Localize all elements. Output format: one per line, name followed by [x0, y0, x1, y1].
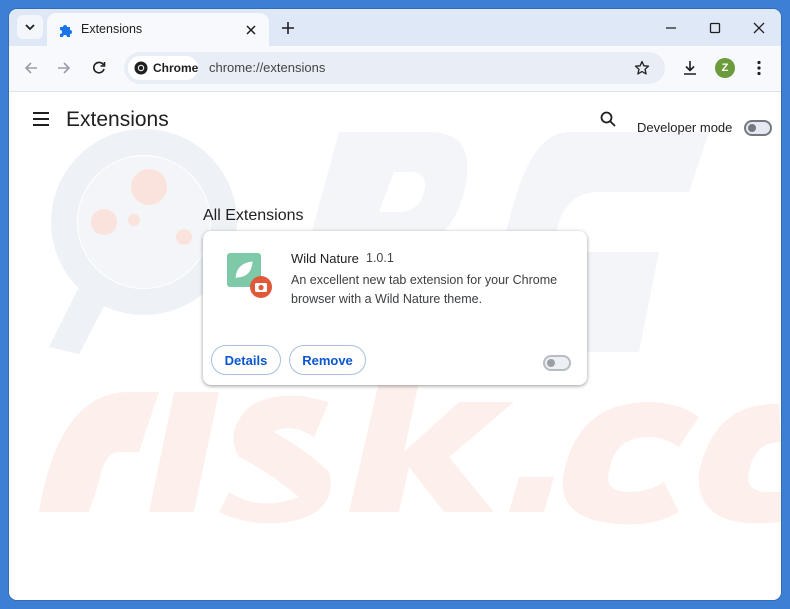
more-vertical-icon — [757, 60, 761, 76]
developer-mode-label: Developer mode — [637, 120, 733, 135]
extension-version: 1.0.1 — [366, 251, 394, 265]
maximize-button[interactable] — [704, 18, 726, 38]
forward-button[interactable] — [54, 58, 74, 78]
section-title: All Extensions — [203, 207, 304, 224]
new-tab-button[interactable] — [279, 19, 297, 37]
toggle-knob — [547, 359, 555, 367]
profile-avatar[interactable]: Z — [715, 58, 735, 78]
toggle-knob — [748, 124, 756, 132]
puzzle-piece-icon — [60, 25, 72, 37]
tab-strip: Extensions — [9, 9, 781, 46]
page-title: Extensions — [66, 108, 169, 131]
browser-toolbar: Chrome chrome://extensions Z — [9, 46, 781, 92]
menu-button[interactable] — [749, 58, 769, 78]
tab-search-button[interactable] — [17, 15, 43, 39]
download-icon — [684, 61, 696, 75]
reload-button[interactable] — [89, 58, 109, 78]
extensions-page: Extensions Developer mode All Extensions… — [9, 92, 781, 600]
plus-icon — [282, 22, 294, 34]
reload-icon — [93, 61, 106, 74]
minimize-button[interactable] — [660, 18, 682, 38]
chevron-down-icon — [25, 24, 35, 31]
extension-name: Wild Nature — [291, 251, 359, 266]
tab-extensions[interactable]: Extensions — [47, 13, 269, 46]
developer-mode-toggle[interactable] — [744, 120, 772, 136]
arrow-left-icon — [24, 62, 37, 74]
url-text[interactable]: chrome://extensions — [209, 60, 325, 75]
remove-button[interactable]: Remove — [289, 345, 366, 375]
minimize-icon — [666, 27, 676, 29]
close-icon — [753, 22, 765, 34]
downloads-button[interactable] — [680, 58, 700, 78]
search-extensions-button[interactable] — [598, 109, 618, 129]
back-button[interactable] — [21, 58, 41, 78]
site-info-chip[interactable]: Chrome — [128, 56, 198, 80]
maximize-icon — [709, 22, 721, 34]
chrome-logo-icon — [134, 61, 148, 75]
extension-enable-toggle[interactable] — [543, 355, 571, 371]
search-icon — [600, 111, 616, 127]
details-button[interactable]: Details — [211, 345, 281, 375]
address-bar[interactable]: Chrome chrome://extensions — [124, 52, 665, 84]
star-icon — [634, 60, 650, 75]
chip-label: Chrome — [153, 61, 199, 75]
arrow-right-icon — [58, 62, 71, 74]
wild-nature-extension-icon — [227, 253, 272, 298]
browser-window: Extensions Chrome chrome://extensions Z … — [9, 9, 781, 600]
tab-title: Extensions — [81, 22, 143, 36]
extension-description: An excellent new tab extension for your … — [291, 273, 558, 306]
close-window-button[interactable] — [748, 18, 770, 38]
close-icon — [246, 25, 256, 35]
hamburger-menu-icon[interactable] — [32, 111, 50, 127]
bookmark-button[interactable] — [633, 59, 651, 77]
extension-card: Wild Nature 1.0.1 An excellent new tab e… — [203, 231, 587, 385]
close-tab-button[interactable] — [243, 22, 259, 38]
